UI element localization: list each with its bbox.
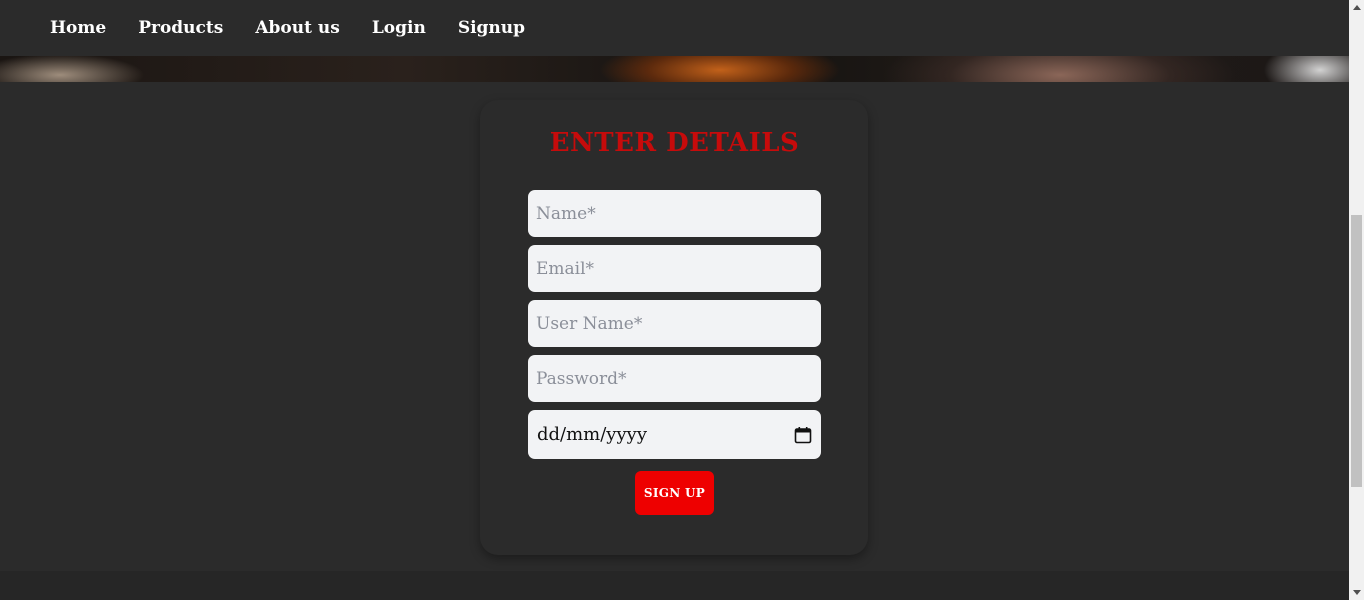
nav-link-login[interactable]: Login: [372, 18, 426, 38]
nav-link-products[interactable]: Products: [138, 18, 223, 38]
scroll-up-arrow-icon[interactable]: [1349, 0, 1364, 15]
username-input[interactable]: [528, 300, 821, 347]
signup-button[interactable]: SIGN UP: [635, 471, 714, 515]
calendar-icon[interactable]: [794, 426, 812, 444]
scrollbar-thumb[interactable]: [1351, 215, 1362, 487]
password-input[interactable]: [528, 355, 821, 402]
email-input[interactable]: [528, 245, 821, 292]
navbar: Home Products About us Login Signup: [0, 0, 1349, 56]
vertical-scrollbar[interactable]: [1349, 0, 1364, 600]
footer: [0, 571, 1349, 600]
name-input[interactable]: [528, 190, 821, 237]
nav-link-signup[interactable]: Signup: [458, 18, 525, 38]
nav-link-home[interactable]: Home: [50, 18, 106, 38]
date-placeholder: dd/mm/yyyy: [537, 424, 647, 445]
page: Home Products About us Login Signup ENTE…: [0, 0, 1349, 600]
date-of-birth-input[interactable]: dd/mm/yyyy: [528, 410, 821, 459]
nav-list: Home Products About us Login Signup: [50, 18, 557, 38]
form-title: ENTER DETAILS: [549, 128, 800, 158]
scroll-down-arrow-icon[interactable]: [1349, 585, 1364, 600]
nav-link-about-us[interactable]: About us: [255, 18, 339, 38]
